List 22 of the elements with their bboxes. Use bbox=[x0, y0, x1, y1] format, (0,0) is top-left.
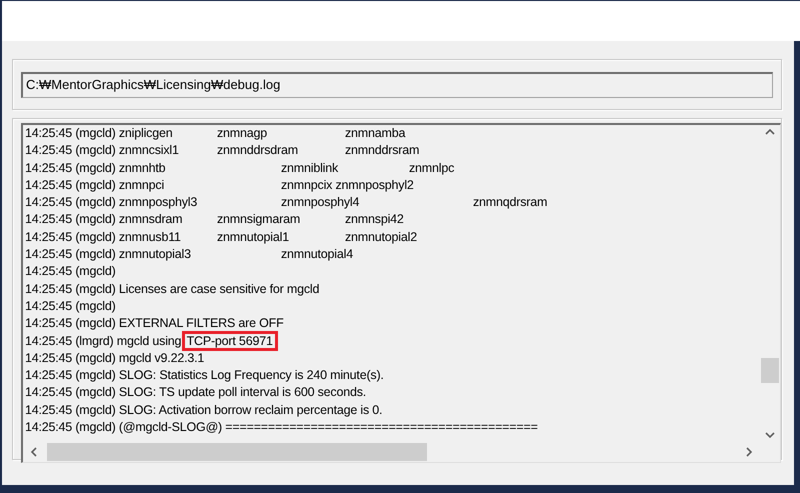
log-line: 14:25:45 (mgcld) EXTERNAL FILTERS are OFF bbox=[25, 315, 284, 332]
log-line: 14:25:45 (mgcld) znmnsdram znmnsigmaram znmnspi42 bbox=[25, 211, 404, 228]
log-line: 14:25:45 (mgcld) SLOG: TS update poll interval is 600 seconds. bbox=[25, 384, 366, 402]
vertical-scroll-thumb[interactable] bbox=[761, 358, 779, 383]
log-line: 14:25:45 (mgcld) znmnpci znmnpcix znmnposphyl2 bbox=[25, 176, 414, 194]
log-line: 14:25:45 (mgcld) znmnusb11 znmnutopial1 znmnutopial2 bbox=[25, 228, 417, 246]
log-line: 14:25:45 (mgcld) znmncsixl1 znmnddrsdram znmnddrsram bbox=[25, 142, 420, 160]
log-line: 14:25:45 (mgcld) bbox=[25, 263, 116, 280]
log-text-area[interactable] bbox=[21, 123, 781, 463]
log-line: 14:25:45 (mgcld) bbox=[25, 298, 116, 315]
log-line: 14:25:45 (mgcld) zniplicgen znmnagp znmnamba bbox=[25, 125, 406, 142]
log-line: 14:25:45 (mgcld) mgcld v9.22.3.1 bbox=[25, 350, 204, 367]
log-line: 14:25:45 (mgcld) SLOG: Activation borrow reclaim percentage is 0. bbox=[25, 402, 382, 419]
log-line: 14:25:45 (mgcld) SLOG: Statistics Log Frequency is 240 minute(s). bbox=[25, 367, 384, 384]
log-line: 14:25:45 (mgcld) (@mgcld-SLOG@) ============================================ bbox=[25, 419, 538, 436]
log-line: 14:25:45 (mgcld) znmnhtb znmniblink znmnlpc bbox=[25, 160, 454, 177]
horizontal-scroll-thumb[interactable] bbox=[47, 443, 427, 461]
log-line: 14:25:45 (mgcld) znmnposphyl3 znmnposphyl4 znmnqdrsram bbox=[25, 194, 548, 212]
log-line: 14:25:45 (lmgrd) mgcld using TCP-port 56971 bbox=[25, 332, 275, 350]
log-line: 14:25:45 (mgcld) znmnutopial3 znmnutopial4 bbox=[25, 246, 353, 264]
path-field[interactable]: C:₩MentorGraphics₩Licensing₩debug.log bbox=[21, 72, 773, 98]
log-line: 14:25:45 (mgcld) Licenses are case sensitive for mgcld bbox=[25, 280, 320, 298]
